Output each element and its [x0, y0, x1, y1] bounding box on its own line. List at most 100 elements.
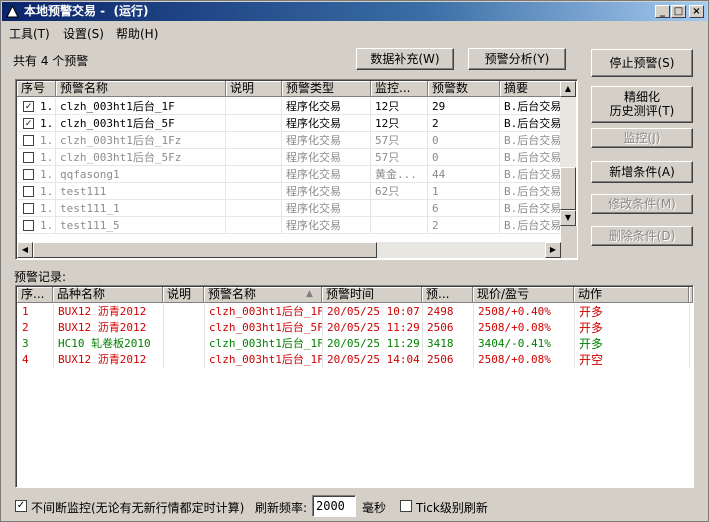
alert-enable-checkbox[interactable]: ✓ — [23, 101, 34, 112]
alerts-header-desc[interactable]: 说明 — [226, 81, 282, 97]
alerts-header-name[interactable]: 预警名称 — [56, 81, 226, 97]
record-cell-time: 20/05/25 11:29 — [323, 320, 423, 336]
scroll-left-arrow-icon[interactable]: ◀ — [17, 242, 33, 258]
records-header-price[interactable]: 预... — [422, 287, 473, 303]
alert-row[interactable]: ✓ 1. clzh_003ht1后台_5F 程序化交易 12只 2 B.后台交易 — [18, 115, 562, 132]
alert-cell-idx: ✓ 1. — [18, 98, 56, 115]
continuous-monitor-label: 不间断监控(无论有无新行情都定时计算) — [31, 501, 245, 515]
alert-count-label: 共有 4 个预警 — [13, 54, 89, 68]
record-cell-desc — [164, 304, 205, 320]
alerts-vscroll-thumb[interactable] — [560, 167, 576, 210]
records-table[interactable]: 序... 品种名称 说明 预警名称 ▲ 预警时间 预... 现价/盈亏 动作 1B… — [15, 285, 694, 488]
alert-cell-idx: 1. — [18, 217, 56, 234]
alert-enable-checkbox[interactable] — [23, 169, 34, 180]
delete-condition-button[interactable]: 删除条件(D) — [591, 226, 693, 246]
alert-row[interactable]: 1. test111 程序化交易 62只 1 B.后台交易 — [18, 183, 562, 200]
alert-enable-checkbox[interactable] — [23, 186, 34, 197]
tick-refresh-checkbox[interactable] — [400, 500, 412, 512]
alert-cell-name: test111_5 — [56, 217, 226, 234]
alerts-vertical-scrollbar[interactable]: ▲ ▼ — [560, 81, 576, 226]
alert-cell-desc — [226, 98, 282, 115]
add-condition-button[interactable]: 新增条件(A) — [591, 161, 693, 183]
alert-cell-monitor: 12只 — [371, 115, 428, 132]
alert-row[interactable]: 1. qqfasong1 程序化交易 黄金... 44 B.后台交易 — [18, 166, 562, 183]
scroll-down-arrow-icon[interactable]: ▼ — [560, 210, 576, 226]
record-cell-action: 开多 — [575, 320, 690, 336]
records-header-pl[interactable]: 现价/盈亏 — [473, 287, 574, 303]
records-header-desc[interactable]: 说明 — [163, 287, 204, 303]
alert-enable-checkbox[interactable] — [23, 135, 34, 146]
records-header-index[interactable]: 序... — [17, 287, 53, 303]
alerts-horizontal-scrollbar[interactable]: ◀ ▶ — [17, 242, 561, 258]
alert-enable-checkbox[interactable] — [23, 152, 34, 163]
close-button[interactable]: × — [689, 5, 704, 18]
alerts-header-count[interactable]: 预警数 — [428, 81, 500, 97]
minimize-button[interactable]: _ — [655, 5, 670, 18]
menu-tools[interactable]: 工具(T) — [9, 25, 50, 42]
alerts-hscroll-thumb[interactable] — [33, 242, 377, 258]
alert-row[interactable]: 1. test111_1 程序化交易 6 B.后台交易 — [18, 200, 562, 217]
refresh-rate-input[interactable] — [312, 495, 356, 517]
data-fill-button[interactable]: 数据补充(W) — [356, 48, 454, 70]
alerts-table[interactable]: 序号 预警名称 说明 预警类型 监控... 预警数 摘要 ✓ 1. clzh_003… — [15, 79, 578, 260]
record-cell-idx: 3 — [18, 336, 54, 352]
alert-row[interactable]: 1. test111_5 程序化交易 2 B.后台交易 — [18, 217, 562, 234]
record-row[interactable]: 2 BUX12 沥青2012 clzh_003ht1后台_5F 20/05/25 11… — [18, 320, 691, 336]
maximize-button[interactable]: □ — [671, 5, 686, 18]
alert-analysis-button[interactable]: 预警分析(Y) — [468, 48, 566, 70]
tick-refresh-label: Tick级别刷新 — [416, 501, 488, 515]
monitor-button[interactable]: 监控(J) — [591, 128, 693, 148]
stop-alert-button[interactable]: 停止预警(S) — [591, 49, 693, 77]
scroll-up-arrow-icon[interactable]: ▲ — [560, 81, 576, 97]
record-cell-price: 2506 — [423, 352, 474, 368]
alert-index: 1. — [40, 100, 54, 113]
records-header-alert[interactable]: 预警名称 ▲ — [204, 287, 322, 303]
alert-cell-count: 6 — [428, 200, 500, 217]
alert-cell-type: 程序化交易 — [282, 183, 371, 200]
alert-enable-checkbox[interactable]: ✓ — [23, 118, 34, 129]
menu-settings[interactable]: 设置(S) — [63, 25, 104, 42]
alert-row[interactable]: 1. clzh_003ht1后台_5Fz 程序化交易 57只 0 B.后台交易 — [18, 149, 562, 166]
record-row[interactable]: 4 BUX12 沥青2012 clzh_003ht1后台_1F 20/05/25 14… — [18, 352, 691, 368]
scroll-right-arrow-icon[interactable]: ▶ — [545, 242, 561, 258]
alert-row[interactable]: ✓ 1. clzh_003ht1后台_1F 程序化交易 12只 29 B.后台交易 — [18, 98, 562, 115]
alert-index: 1. — [40, 117, 54, 130]
record-cell-pl: 2508/+0.40% — [474, 304, 575, 320]
sort-arrow-icon: ▲ — [306, 289, 313, 299]
edit-condition-button[interactable]: 修改条件(M) — [591, 194, 693, 214]
records-header-time[interactable]: 预警时间 — [322, 287, 422, 303]
record-cell-alert: clzh_003ht1后台_1F — [205, 336, 323, 352]
alert-cell-monitor: 黄金... — [371, 166, 428, 183]
records-header-action[interactable]: 动作 — [574, 287, 689, 303]
alert-enable-checkbox[interactable] — [23, 203, 34, 214]
record-cell-time: 20/05/25 14:04 — [323, 352, 423, 368]
alert-index: 1. — [40, 151, 54, 164]
record-cell-time: 20/05/25 11:29 — [323, 336, 423, 352]
alert-cell-type: 程序化交易 — [282, 217, 371, 234]
alert-cell-idx: 1. — [18, 166, 56, 183]
alert-cell-type: 程序化交易 — [282, 149, 371, 166]
alert-cell-name: test111_1 — [56, 200, 226, 217]
alert-cell-monitor: 12只 — [371, 98, 428, 115]
continuous-monitor-checkbox[interactable]: ✓ — [15, 500, 27, 512]
alerts-header-monitor[interactable]: 监控... — [371, 81, 428, 97]
alert-cell-monitor: 57只 — [371, 132, 428, 149]
title-bar[interactable]: 本地预警交易 - (运行) _ □ × — [2, 2, 707, 21]
refine-backtest-button[interactable]: 精细化 历史测评(T) — [591, 86, 693, 123]
alert-cell-count: 0 — [428, 132, 500, 149]
alerts-header-summary[interactable]: 摘要 — [500, 81, 562, 97]
scroll-corner — [561, 226, 577, 258]
record-cell-desc — [164, 352, 205, 368]
record-cell-product: HC10 轧卷板2010 — [54, 336, 164, 352]
alert-row[interactable]: 1. clzh_003ht1后台_1Fz 程序化交易 57只 0 B.后台交易 — [18, 132, 562, 149]
alerts-header-type[interactable]: 预警类型 — [282, 81, 371, 97]
alert-cell-desc — [226, 217, 282, 234]
alert-enable-checkbox[interactable] — [23, 220, 34, 231]
alerts-header-index[interactable]: 序号 — [17, 81, 56, 97]
records-header-product[interactable]: 品种名称 — [53, 287, 163, 303]
menu-help[interactable]: 帮助(H) — [116, 25, 158, 42]
alert-cell-name: test111 — [56, 183, 226, 200]
record-cell-price: 2498 — [423, 304, 474, 320]
record-row[interactable]: 1 BUX12 沥青2012 clzh_003ht1后台_1F 20/05/25 10… — [18, 304, 691, 320]
record-row[interactable]: 3 HC10 轧卷板2010 clzh_003ht1后台_1F 20/05/25 11… — [18, 336, 691, 352]
